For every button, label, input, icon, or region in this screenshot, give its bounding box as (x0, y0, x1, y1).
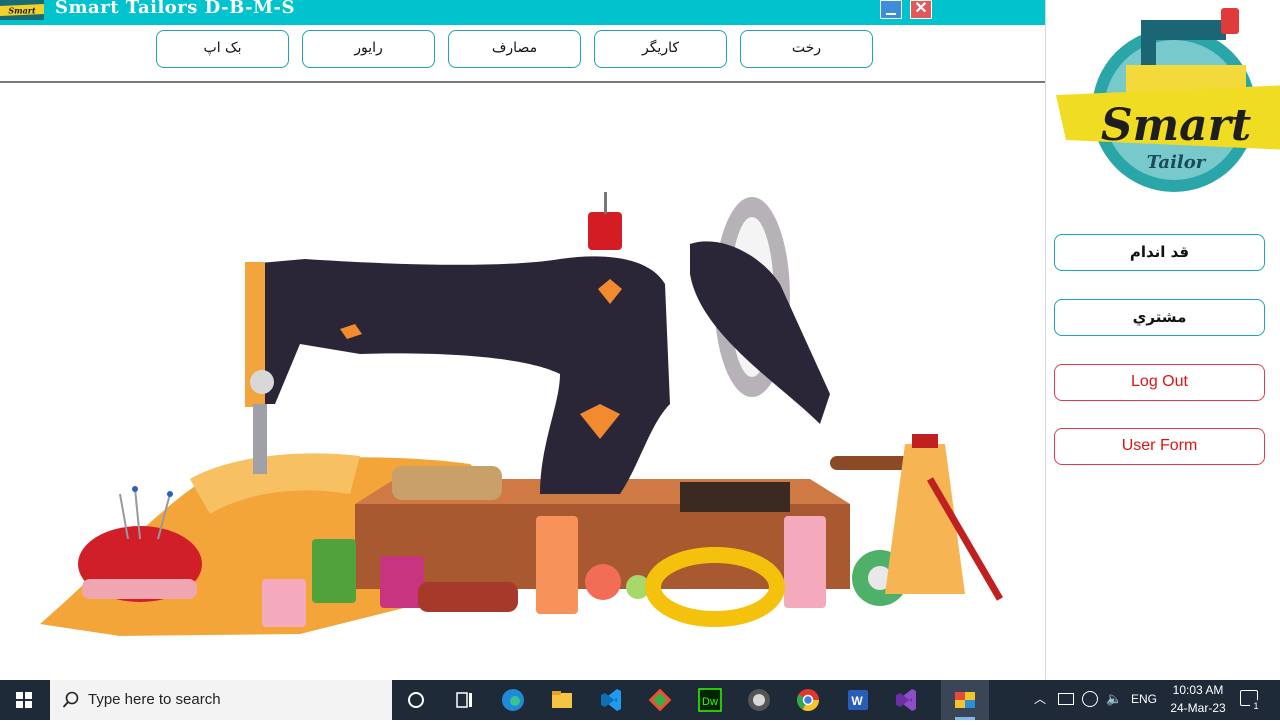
nav-button-fabric[interactable]: رخت (740, 30, 873, 68)
smart-tailor-logo: Smart Tailor (1056, 8, 1280, 192)
minimize-button[interactable] (880, 0, 902, 19)
notification-count-badge: 1 (1250, 700, 1262, 712)
right-sidebar: Smart Tailor قد اندام مشتري Log Out User… (1045, 0, 1280, 680)
nav-button-report[interactable]: رایور (302, 30, 435, 68)
nav-divider (0, 81, 1045, 83)
chrome-icon[interactable] (784, 680, 832, 720)
clock-date[interactable]: 24-Mar-23 (1163, 701, 1233, 715)
nav-button-workers[interactable]: کاریگر (594, 30, 727, 68)
edge-icon[interactable] (489, 680, 537, 720)
taskbar-search-box[interactable]: Type here to search (50, 680, 392, 720)
windows-taskbar: Type here to search Dw W ︿ 🔈 ENG 10:03 A… (0, 680, 1280, 720)
search-placeholder: Type here to search (88, 691, 221, 708)
nav-button-backup[interactable]: بک اپ (156, 30, 289, 68)
sewing-machine-illustration (40, 192, 1004, 636)
language-indicator[interactable]: ENG (1131, 692, 1157, 706)
smart-tailors-app-icon[interactable] (941, 680, 989, 720)
user-form-button[interactable]: User Form (1054, 428, 1265, 465)
battery-icon[interactable] (1058, 693, 1074, 705)
show-hidden-icons-chevron-icon[interactable]: ︿ (1034, 690, 1050, 710)
customer-button[interactable]: مشتري (1054, 299, 1265, 336)
body-measurement-button[interactable]: قد اندام (1054, 234, 1265, 271)
visual-studio-icon[interactable] (882, 680, 930, 720)
start-button[interactable] (0, 680, 48, 720)
network-icon[interactable] (1082, 691, 1098, 707)
windows-logo-icon (16, 692, 32, 708)
search-icon (62, 691, 79, 708)
logo-subtitle: Tailor (1147, 152, 1207, 173)
logo-title: Smart (1101, 100, 1251, 151)
task-view-icon[interactable] (440, 680, 488, 720)
close-button[interactable]: ✕ (910, 0, 932, 19)
clock-time[interactable]: 10:03 AM (1170, 683, 1226, 697)
svg-text:W: W (851, 694, 863, 708)
media-player-icon[interactable] (735, 680, 783, 720)
dreamweaver-icon[interactable]: Dw (686, 680, 734, 720)
vscode-icon[interactable] (587, 680, 635, 720)
title-bar: Smart Smart Tailors D-B-M-S ✕ (0, 0, 1046, 25)
window-title: Smart Tailors D-B-M-S (55, 0, 295, 18)
close-icon: ✕ (914, 0, 928, 17)
logout-button[interactable]: Log Out (1054, 364, 1265, 401)
file-explorer-icon[interactable] (538, 680, 586, 720)
word-icon[interactable]: W (833, 680, 881, 720)
app-logo-text: Smart (8, 6, 36, 16)
svg-text:Dw: Dw (702, 696, 718, 708)
volume-icon[interactable]: 🔈 (1106, 691, 1122, 707)
cortana-icon[interactable] (392, 680, 440, 720)
git-icon[interactable] (636, 680, 684, 720)
nav-button-expenses[interactable]: مصارف (448, 30, 581, 68)
app-logo-icon: Smart (0, 0, 44, 20)
